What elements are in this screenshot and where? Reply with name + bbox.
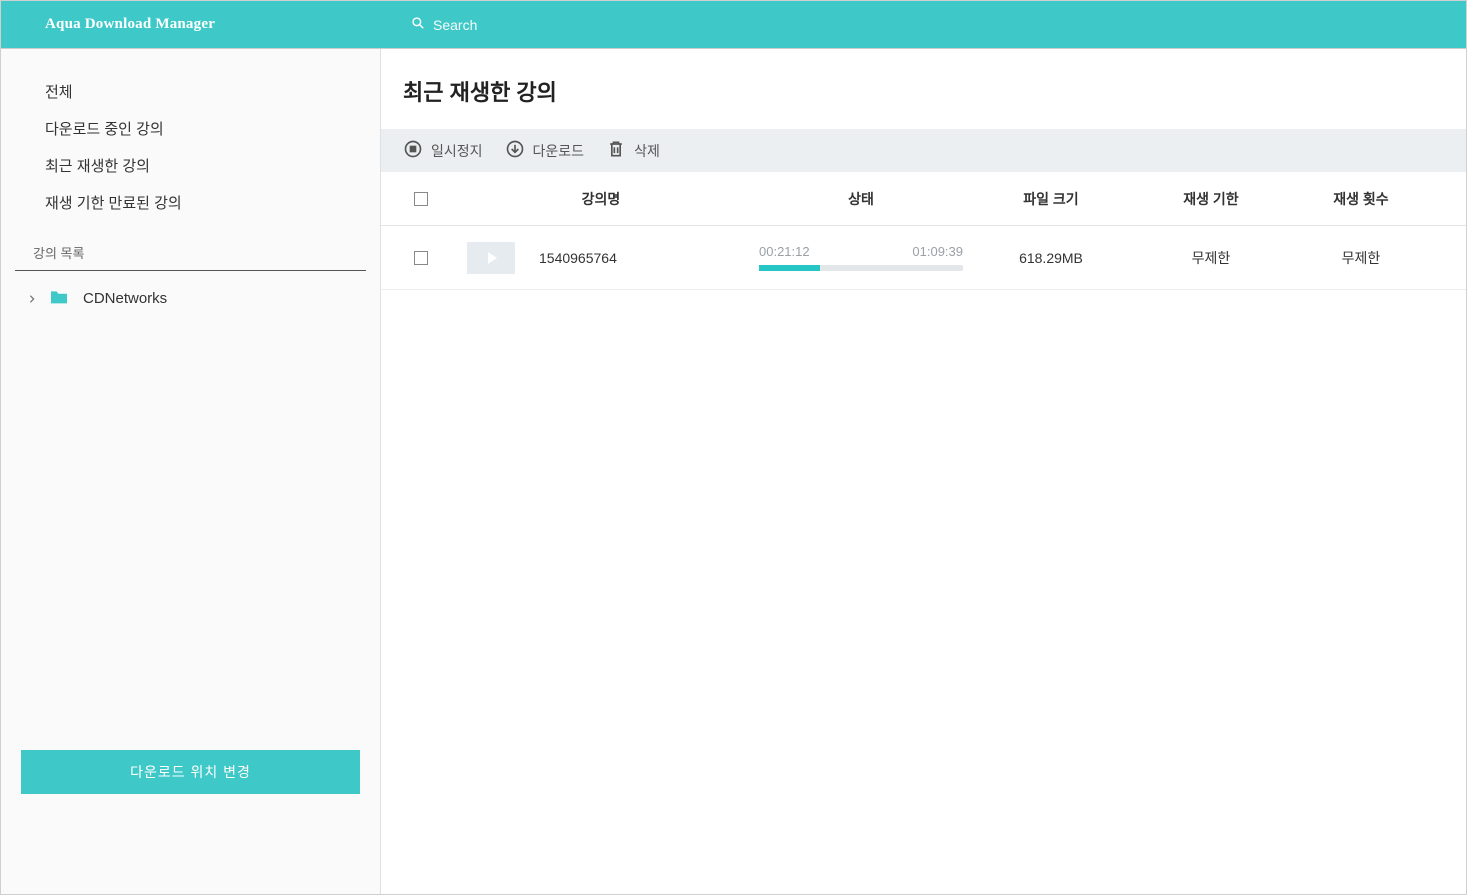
download-button[interactable]: 다운로드 [505,139,585,162]
col-header-deadline: 재생 기한 [1131,189,1291,209]
row-checkbox[interactable] [414,251,428,265]
table-row[interactable]: 1540965764 00:21:12 01:09:39 618.29MB 무제… [381,226,1466,290]
search-input[interactable] [433,17,733,33]
col-header-state: 상태 [751,189,971,209]
pause-circle-icon [403,139,423,162]
search-wrap [381,16,733,33]
cell-play-count: 무제한 [1291,248,1431,268]
button-label: 삭제 [634,141,660,161]
button-label: 다운로드 [533,141,585,161]
table-header-row: 강의명 상태 파일 크기 재생 기한 재생 횟수 [381,172,1466,226]
cell-state: 00:21:12 01:09:39 [751,244,971,271]
sidebar-item-label: 최근 재생한 강의 [45,158,150,175]
lectures-table: 강의명 상태 파일 크기 재생 기한 재생 횟수 1540965764 [381,172,1466,894]
cell-file-size: 618.29MB [971,250,1131,266]
change-download-location-button[interactable]: 다운로드 위치 변경 [21,750,360,794]
sidebar: 전체 다운로드 중인 강의 최근 재생한 강의 재생 기한 만료된 강의 강의 … [1,49,381,894]
cell-deadline: 무제한 [1131,248,1291,268]
page-title: 최근 재생한 강의 [381,49,1466,129]
sidebar-item-label: 전체 [45,84,73,101]
tree-item-cdnetworks[interactable]: CDNetworks [27,285,360,312]
app-title: Aqua Download Manager [1,16,381,33]
cell-lecture-name: 1540965764 [531,250,751,266]
sidebar-nav: 전체 다운로드 중인 강의 최근 재생한 강의 재생 기한 만료된 강의 [1,73,380,221]
total-time: 01:09:39 [912,244,963,259]
download-circle-icon [505,139,525,162]
play-icon [488,252,497,264]
sidebar-item-recent[interactable]: 최근 재생한 강의 [45,147,360,184]
app-header: Aqua Download Manager [1,1,1466,49]
sidebar-item-label: 재생 기한 만료된 강의 [45,195,182,212]
sidebar-item-expired[interactable]: 재생 기한 만료된 강의 [45,184,360,221]
sidebar-item-label: 다운로드 중인 강의 [45,121,164,138]
sidebar-tree: CDNetworks [1,271,380,312]
search-icon [411,16,425,33]
sidebar-section-label: 강의 목록 [15,221,366,270]
progress-fill [759,265,820,271]
select-all-checkbox[interactable] [414,192,428,206]
sidebar-item-all[interactable]: 전체 [45,73,360,110]
toolbar: 일시정지 다운로드 삭제 [381,129,1466,172]
trash-icon [606,139,626,162]
delete-button[interactable]: 삭제 [606,139,660,162]
sidebar-item-downloading[interactable]: 다운로드 중인 강의 [45,110,360,147]
elapsed-time: 00:21:12 [759,244,810,259]
tree-item-label: CDNetworks [83,290,167,307]
col-header-play-count: 재생 횟수 [1291,189,1431,209]
progress-bar [759,265,963,271]
main-content: 최근 재생한 강의 일시정지 다운로드 [381,49,1466,894]
button-label: 일시정지 [431,141,483,161]
chevron-right-icon [27,294,37,304]
pause-button[interactable]: 일시정지 [403,139,483,162]
video-thumbnail[interactable] [467,242,515,274]
col-header-file-size: 파일 크기 [971,189,1131,209]
folder-icon [49,289,69,308]
col-header-name: 강의명 [451,189,751,209]
